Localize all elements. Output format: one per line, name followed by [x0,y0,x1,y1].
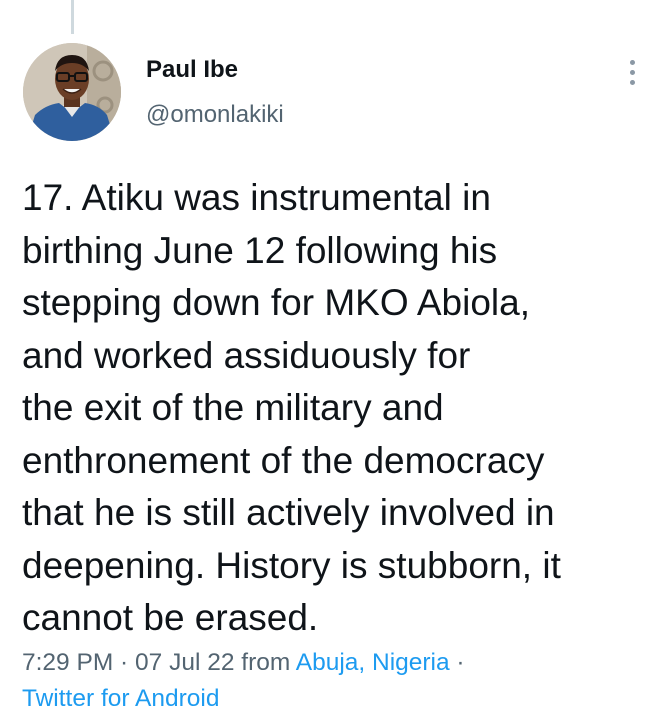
author-handle[interactable]: @omonlakiki [146,101,284,129]
more-vertical-icon [629,79,635,85]
thread-connector-line [71,0,74,34]
more-options-button[interactable] [620,55,644,89]
tweet-text: 17. Atiku was instrumental in birthing J… [22,172,662,645]
author-name[interactable]: Paul Ibe [146,56,238,84]
tweet-date[interactable]: 07 Jul 22 [135,649,234,676]
tweet-location-link[interactable]: Abuja, Nigeria [296,649,450,676]
more-vertical-icon [629,59,635,65]
tweet-metadata-line-1: 7:29 PM · 07 Jul 22 from Abuja, Nigeria … [22,645,662,681]
tweet-text-line: stepping down for MKO Abiola, [22,282,531,323]
tweet-time[interactable]: 7:29 PM [22,649,113,676]
more-vertical-icon [629,69,635,75]
tweet-metadata-line-2: Twitter for Android [22,681,662,717]
meta-separator: · [449,649,465,676]
tweet-text-line: and worked assiduously for [22,334,471,376]
tweet-text-line: deepening. History is stubborn, it [22,544,561,586]
tweet-text-line: that he is still actively involved in [22,492,555,533]
profile-photo-image [23,43,121,141]
tweet-text-line: birthing June 12 following his [22,229,498,271]
from-label: from [234,649,296,676]
tweet-metadata: 7:29 PM · 07 Jul 22 from Abuja, Nigeria … [22,645,662,717]
avatar[interactable] [23,43,121,141]
tweet-text-line: 17. Atiku was instrumental in [22,177,491,218]
tweet-text-line: the exit of the military and [22,387,444,428]
tweet-text-line: cannot be erased. [22,597,319,638]
meta-separator: · [113,649,136,676]
tweet-source-link[interactable]: Twitter for Android [22,685,219,712]
tweet-text-line: enthronement of the democracy [22,439,545,481]
